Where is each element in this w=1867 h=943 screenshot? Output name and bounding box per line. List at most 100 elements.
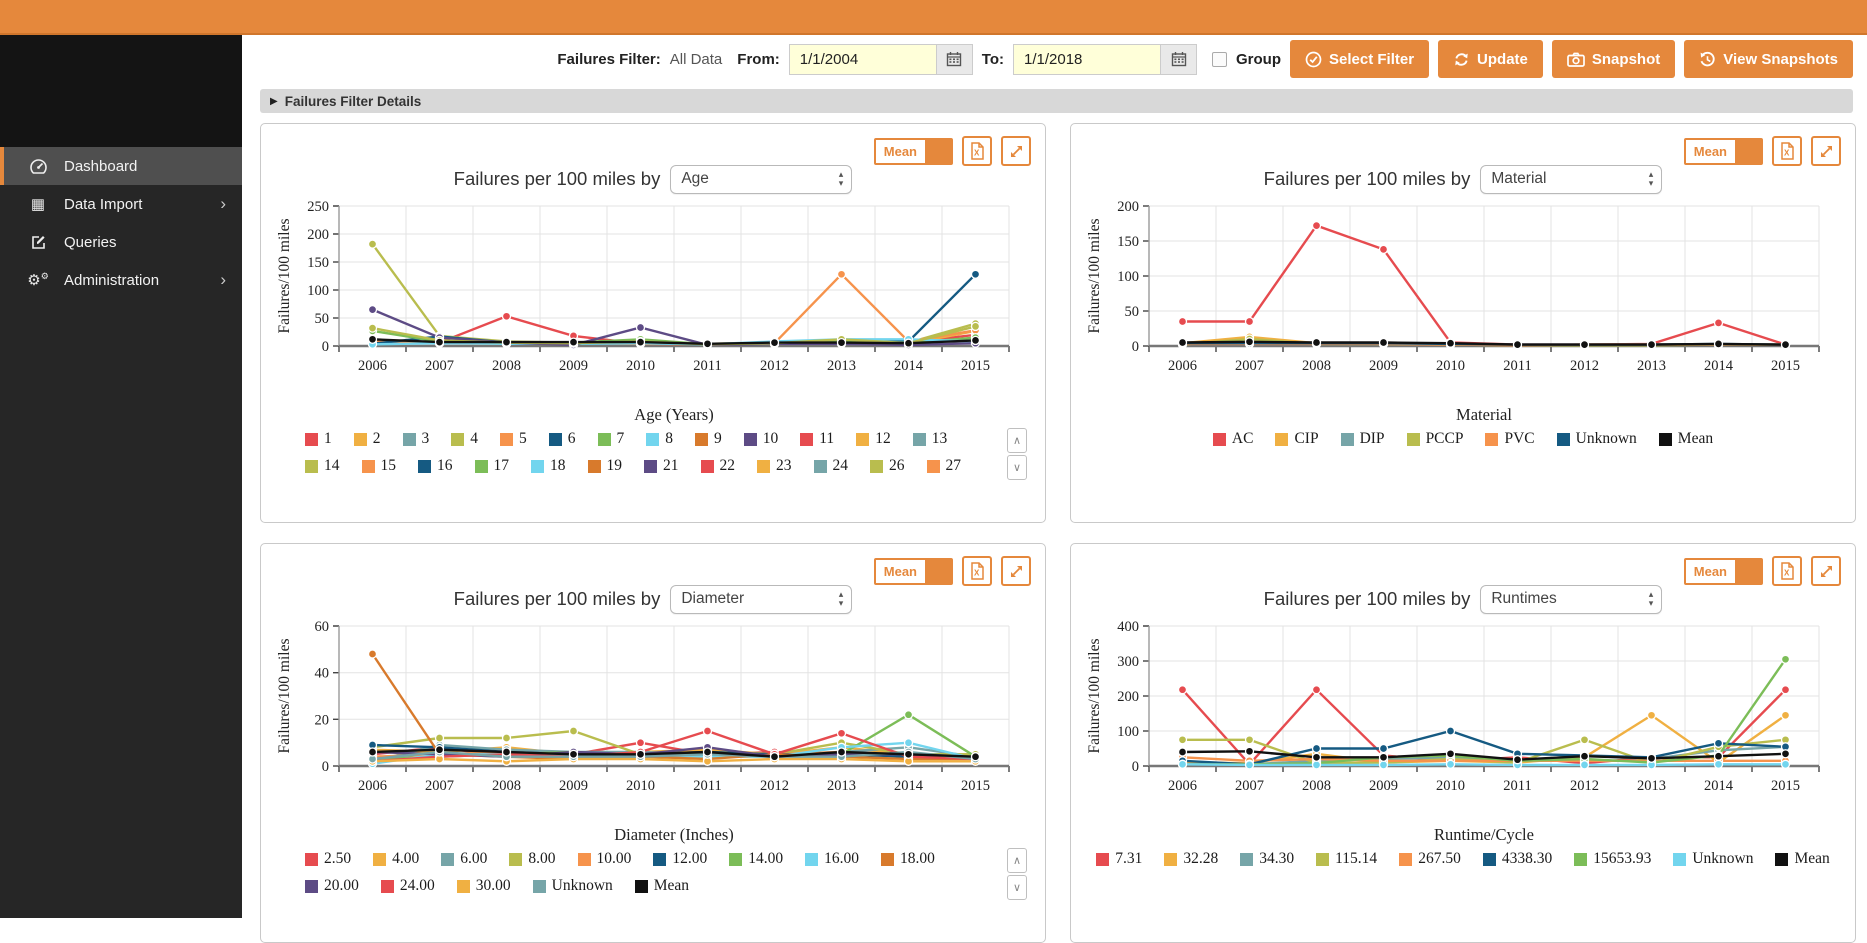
from-date-input[interactable]	[788, 43, 937, 75]
legend-swatch	[305, 852, 318, 866]
legend-scroll-down-button[interactable]: ∨	[1007, 875, 1027, 900]
legend-swatch	[1658, 432, 1672, 446]
expand-arrows-icon	[1820, 565, 1832, 577]
expand-arrows-icon	[1820, 145, 1832, 157]
chart-dimension-select[interactable]: Diameter ▴ ▾	[670, 584, 853, 614]
export-excel-button[interactable]: X	[1772, 136, 1802, 166]
legend-item: 20.00	[305, 877, 359, 895]
expand-arrows-icon	[1010, 145, 1022, 157]
chart-title: Failures per 100 miles by	[453, 168, 661, 189]
group-label: Group	[1236, 50, 1281, 68]
mean-toggle[interactable]: Mean	[1683, 557, 1763, 585]
legend-swatch	[870, 459, 883, 473]
view-snapshots-button[interactable]: View Snapshots	[1684, 40, 1853, 78]
legend-swatch	[380, 879, 394, 893]
legend-item: Mean	[1775, 850, 1830, 868]
svg-text:300: 300	[1117, 654, 1139, 670]
chart-title: Failures per 100 miles by	[453, 588, 661, 609]
mean-toggle[interactable]: Mean	[873, 137, 953, 165]
svg-text:Material: Material	[1456, 405, 1512, 424]
legend-item: 4	[451, 430, 478, 448]
chart-dimension-select[interactable]: Age ▴ ▾	[670, 164, 853, 194]
expand-chart-button[interactable]	[1001, 136, 1031, 166]
line-chart: 0 50 100 150 200 250 2006 2007 2008 2009 2010 2011 2…	[276, 199, 1010, 424]
legend-swatch	[1673, 852, 1687, 866]
from-date-calendar-button[interactable]	[936, 43, 973, 75]
chart-panel-material: Mean X Failures per 100 miles by Materia…	[1070, 123, 1856, 523]
line-chart: 0 20 40 60 2006 2007 2008 2009 2010 2011 2012 2013 2…	[276, 619, 1010, 844]
mean-toggle-label: Mean	[875, 559, 925, 583]
svg-text:2008: 2008	[1302, 778, 1331, 794]
legend-item: 30.00	[456, 877, 511, 895]
legend-scroll-up-button[interactable]: ∧	[1007, 848, 1027, 873]
chart-legend: 1 2 3 4 5 6 7 8 9 10 11 12 13 14 15 16 17 18 19 21 22 23 24 26 2…	[275, 430, 1031, 480]
snapshot-button[interactable]: Snapshot	[1551, 40, 1676, 78]
calendar-icon	[1171, 52, 1186, 67]
legend-item: 6	[548, 430, 576, 448]
refresh-icon	[1455, 52, 1468, 66]
legend-item: 18.00	[881, 850, 935, 868]
chart-panel-age: Mean X Failures per 100 miles by Age ▴ ▾ …	[260, 123, 1046, 523]
legend-item: 19	[587, 457, 622, 475]
export-excel-button[interactable]: X	[1772, 556, 1802, 586]
update-button[interactable]: Update	[1438, 40, 1543, 78]
svg-text:Runtime/Cycle: Runtime/Cycle	[1434, 825, 1534, 844]
export-excel-button[interactable]: X	[962, 136, 992, 166]
legend-swatch	[548, 432, 562, 446]
svg-text:100: 100	[1117, 269, 1139, 285]
legend-swatch	[646, 432, 660, 446]
group-checkbox[interactable]	[1212, 51, 1227, 67]
legend-swatch	[597, 432, 611, 446]
select-filter-button[interactable]: Select Filter	[1290, 40, 1430, 78]
expand-chart-button[interactable]	[1001, 556, 1031, 586]
svg-text:2007: 2007	[425, 778, 454, 794]
legend-swatch	[1275, 432, 1289, 446]
chart-panel-runtimes: Mean X Failures per 100 miles by Runtime…	[1070, 543, 1856, 943]
to-label: To:	[981, 50, 1004, 68]
sidebar-item-label: Queries	[64, 233, 117, 251]
svg-text:40: 40	[315, 666, 330, 682]
mean-toggle[interactable]: Mean	[873, 557, 953, 585]
mean-toggle-knob	[1735, 559, 1761, 583]
legend-scroll-up-button[interactable]: ∧	[1007, 428, 1027, 453]
sidebar-item-dashboard[interactable]: Dashboard	[0, 147, 242, 185]
dashboard-gauge-icon	[26, 158, 50, 174]
legend-swatch	[305, 432, 318, 446]
legend-swatch	[813, 459, 827, 473]
legend-swatch	[729, 852, 743, 866]
legend-item: AC	[1212, 430, 1253, 448]
chart-legend: 7.31 32.28 34.30 115.14 267.50 4338.30 15653.9…	[1085, 850, 1841, 868]
legend-swatch	[881, 852, 894, 866]
legend-swatch	[805, 852, 819, 866]
sidebar-item-administration[interactable]: ⚙ ⚙ Administration ›	[0, 261, 242, 299]
legend-item: 11	[800, 430, 834, 448]
export-excel-button[interactable]: X	[962, 556, 992, 586]
mean-toggle[interactable]: Mean	[1683, 137, 1763, 165]
expand-chart-button[interactable]	[1811, 556, 1841, 586]
expand-chart-button[interactable]	[1811, 136, 1841, 166]
svg-text:2011: 2011	[1503, 778, 1531, 794]
legend-swatch	[532, 879, 546, 893]
legend-item: 34.30	[1240, 850, 1294, 868]
check-circle-icon	[1305, 51, 1322, 67]
legend-scroll-down-button[interactable]: ∨	[1007, 455, 1027, 480]
chart-dimension-select[interactable]: Material ▴ ▾	[1480, 164, 1663, 194]
legend-swatch	[700, 459, 714, 473]
excel-file-icon: X	[971, 562, 984, 580]
svg-text:250: 250	[307, 199, 329, 215]
sidebar-item-queries[interactable]: Queries	[0, 223, 242, 261]
failures-filter-details-bar[interactable]: ▶ Failures Filter Details	[260, 89, 1853, 113]
svg-text:100: 100	[307, 283, 329, 299]
to-date-calendar-button[interactable]	[1161, 43, 1197, 75]
svg-text:2006: 2006	[358, 358, 387, 374]
chart-legend: 2.50 4.00 6.00 8.00 10.00 12.00 14.00 16.00 18.0…	[275, 850, 1031, 895]
chart-dimension-select[interactable]: Runtimes ▴ ▾	[1480, 584, 1663, 614]
legend-item: PVC	[1485, 430, 1535, 448]
to-date-input[interactable]	[1013, 43, 1161, 75]
svg-text:2008: 2008	[1302, 358, 1331, 374]
legend-swatch	[577, 852, 591, 866]
sidebar-item-data-import[interactable]: ▦ Data Import ›	[0, 185, 242, 223]
sidebar-item-label: Dashboard	[64, 157, 138, 175]
svg-text:2012: 2012	[760, 778, 789, 794]
legend-swatch	[1212, 432, 1226, 446]
